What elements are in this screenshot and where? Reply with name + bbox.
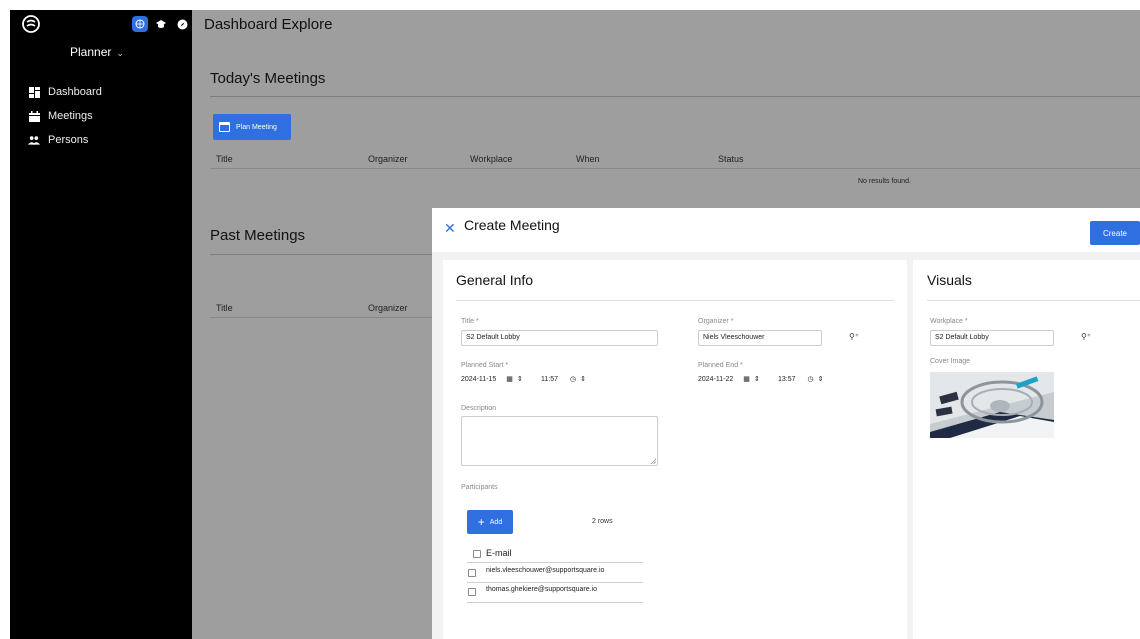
create-meeting-dialog: ✕ Create Meeting Create General Info Tit…: [432, 208, 1140, 639]
column-header-workplace[interactable]: Workplace: [470, 154, 512, 164]
calendar-icon[interactable]: ▦: [506, 375, 513, 383]
planner-dropdown[interactable]: Planner ⌄: [70, 45, 124, 59]
close-icon[interactable]: ✕: [444, 220, 456, 237]
visuals-title: Visuals: [927, 272, 972, 288]
column-header-email[interactable]: E-mail: [486, 548, 512, 558]
empty-state-text: No results found.: [858, 178, 911, 185]
todays-meetings-card: Today's Meetings Plan Meeting Title Orga…: [198, 58, 1140, 203]
column-header-status[interactable]: Status: [718, 154, 744, 164]
stepper-icon[interactable]: ⇕: [580, 375, 586, 383]
column-header-organizer[interactable]: Organizer: [368, 154, 408, 164]
globe-icon[interactable]: [132, 16, 148, 32]
todays-meetings-title: Today's Meetings: [210, 70, 326, 87]
organizer-label: Organizer *: [698, 318, 734, 325]
clock-icon[interactable]: ◷: [808, 375, 814, 383]
divider: [467, 602, 643, 603]
divider: [210, 254, 443, 255]
planned-start-date: 2024-11-15: [461, 375, 497, 383]
sidebar-item-label: Persons: [48, 134, 89, 146]
planned-end-time: 13:57: [778, 375, 796, 383]
plan-meeting-button[interactable]: Plan Meeting: [213, 114, 291, 140]
planned-end-label: Planned End *: [698, 362, 743, 369]
sidebar-item-persons[interactable]: Persons: [28, 128, 102, 152]
calendar-icon: [219, 122, 230, 132]
planned-end-date: 2024-11-22: [698, 375, 734, 383]
search-workplace-icon[interactable]: ⚲⁺: [1081, 332, 1091, 341]
plus-icon: +: [477, 515, 485, 529]
column-header-title[interactable]: Title: [216, 303, 233, 313]
sidebar-item-label: Dashboard: [48, 86, 102, 98]
stepper-icon[interactable]: ⇕: [818, 375, 824, 383]
sidebar-item-label: Meetings: [48, 110, 93, 122]
page-title: Dashboard Explore: [204, 16, 333, 33]
sidebar-nav: Dashboard Meetings Persons: [28, 80, 102, 152]
lobby-render-image: [930, 372, 1054, 438]
rows-count: 2 rows: [592, 518, 613, 525]
divider: [927, 300, 1140, 301]
clock-icon[interactable]: ◷: [570, 375, 576, 383]
people-icon: [28, 134, 40, 146]
divider: [210, 317, 443, 318]
calendar-icon[interactable]: ▦: [743, 375, 750, 383]
planned-end-date-input[interactable]: 2024-11-22 ▦ ⇕: [698, 375, 760, 384]
row-checkbox[interactable]: [468, 588, 476, 596]
sidebar-item-meetings[interactable]: Meetings: [28, 104, 102, 128]
visuals-panel: Visuals Workplace * S2 Default Lobby ⚲⁺ …: [913, 260, 1140, 639]
past-meetings-card: Past Meetings Title Organizer: [198, 210, 443, 343]
stepper-icon[interactable]: ⇕: [517, 375, 523, 383]
graduation-cap-icon[interactable]: [153, 16, 169, 32]
divider: [456, 300, 894, 301]
planned-start-time-input[interactable]: 11:57 ◷ ⇕: [541, 375, 586, 384]
column-header-when[interactable]: When: [576, 154, 600, 164]
participants-label: Participants: [461, 484, 498, 491]
workplace-input[interactable]: S2 Default Lobby: [930, 330, 1054, 346]
create-button[interactable]: Create: [1090, 221, 1140, 245]
sidebar: Planner ⌄ Dashboard Meetings Persons: [10, 10, 192, 639]
app-logo-icon[interactable]: [22, 15, 40, 33]
stepper-icon[interactable]: ⇕: [754, 375, 760, 383]
add-participant-button[interactable]: + Add: [467, 510, 513, 534]
search-person-icon[interactable]: ⚲⁺: [849, 332, 859, 341]
title-label: Title *: [461, 318, 479, 325]
divider: [467, 582, 643, 583]
email-cell: niels.vleeschouwer@supportsquare.io: [486, 567, 605, 574]
divider: [210, 96, 1140, 97]
planned-end-time-input[interactable]: 13:57 ◷ ⇕: [778, 375, 824, 384]
description-label: Description: [461, 405, 497, 412]
add-label: Add: [489, 518, 503, 526]
row-checkbox[interactable]: [468, 569, 476, 577]
divider: [467, 562, 643, 563]
description-textarea[interactable]: [461, 416, 658, 466]
column-header-organizer[interactable]: Organizer: [368, 303, 408, 313]
select-all-checkbox[interactable]: [473, 550, 481, 558]
plan-meeting-label: Plan Meeting: [236, 123, 277, 131]
resize-handle-icon[interactable]: [650, 458, 656, 464]
general-info-panel: General Info Title * S2 Default Lobby Or…: [443, 260, 907, 639]
cover-image-label: Cover Image: [930, 358, 971, 365]
dashboard-icon: [28, 86, 40, 98]
chevron-down-icon: ⌄: [116, 48, 124, 58]
top-icon-group: [132, 16, 190, 32]
column-header-title[interactable]: Title: [216, 154, 233, 164]
compass-icon[interactable]: [174, 16, 190, 32]
general-info-title: General Info: [456, 272, 534, 288]
dialog-title: Create Meeting: [464, 217, 560, 233]
organizer-input[interactable]: Niels Vleeschouwer: [698, 330, 822, 346]
title-input[interactable]: S2 Default Lobby: [461, 330, 658, 346]
past-meetings-title: Past Meetings: [210, 227, 306, 244]
planned-start-time: 11:57: [541, 375, 558, 383]
email-cell: thomas.ghekiere@supportsquare.io: [486, 586, 598, 593]
planned-start-label: Planned Start *: [461, 362, 509, 369]
calendar-icon: [28, 110, 40, 122]
planned-start-date-input[interactable]: 2024-11-15 ▦ ⇕: [461, 375, 523, 384]
planner-label: Planner: [70, 45, 112, 59]
sidebar-item-dashboard[interactable]: Dashboard: [28, 80, 102, 104]
cover-image[interactable]: [930, 372, 1054, 438]
workplace-label: Workplace *: [930, 318, 968, 325]
divider: [210, 168, 1140, 169]
